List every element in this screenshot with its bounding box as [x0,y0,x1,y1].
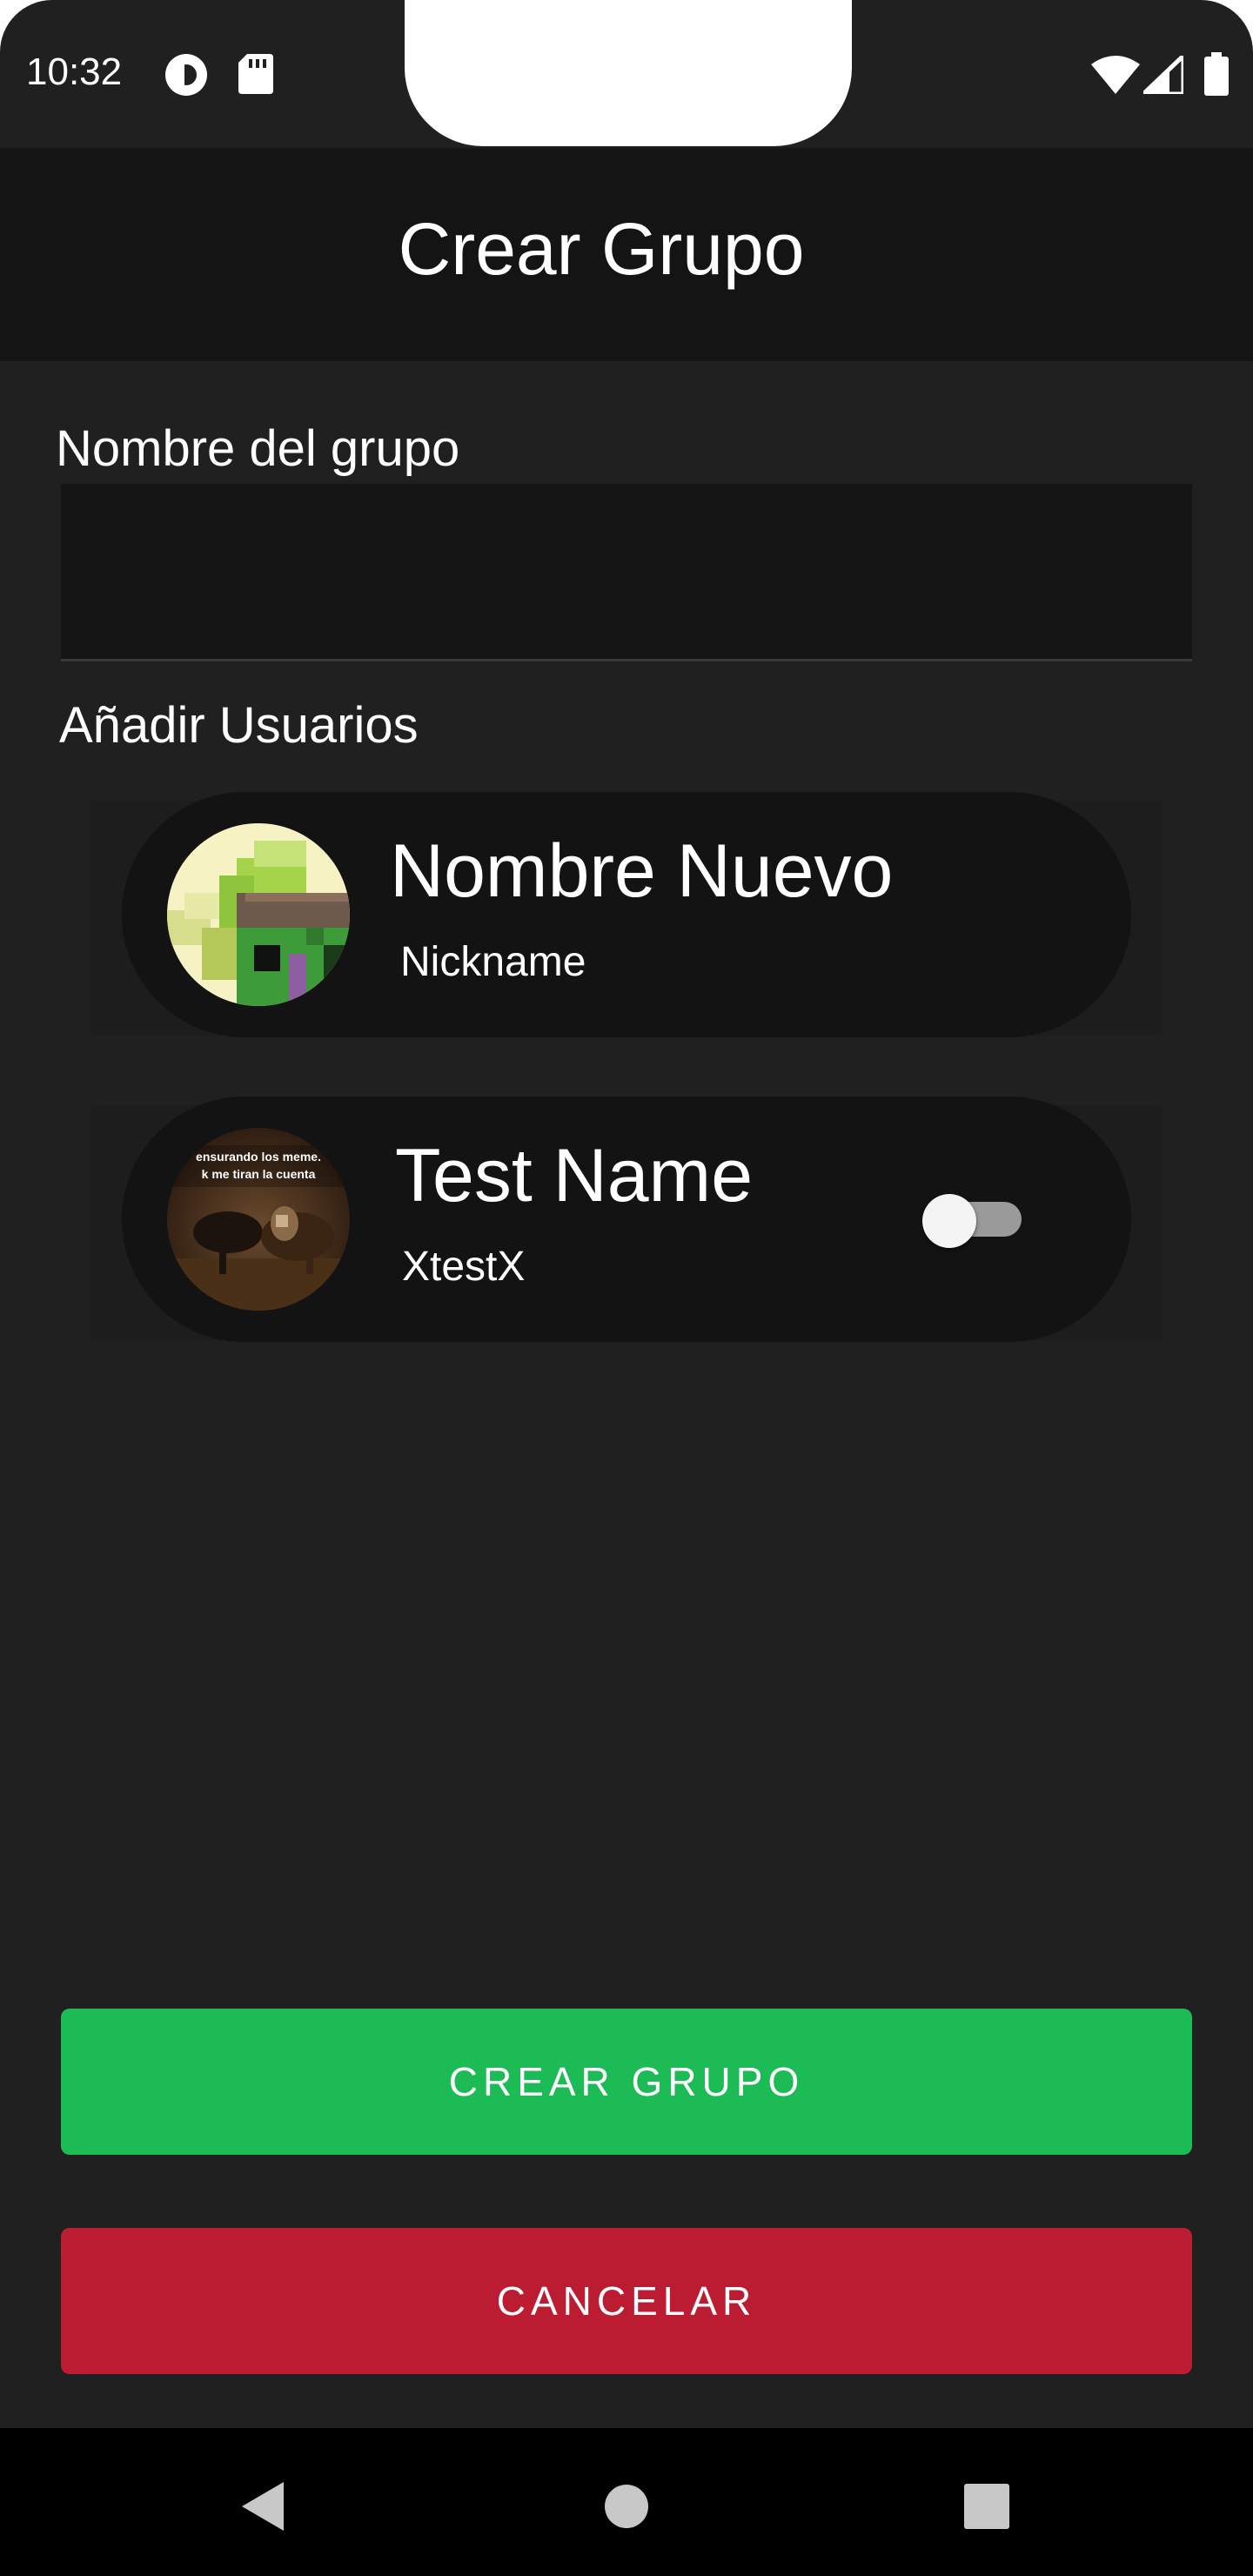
recents-icon[interactable] [952,2472,1022,2541]
status-time: 10:32 [26,50,123,93]
user-card-test-name[interactable]: ensurando los meme. k me tiran la cuenta… [122,1097,1131,1342]
add-user-toggle[interactable] [922,1194,1025,1248]
create-group-button[interactable]: CREAR GRUPO [61,2009,1192,2155]
user-name: Nombre Nuevo [390,829,894,913]
navigation-bar [0,2428,1253,2576]
battery-icon [1204,52,1229,100]
pixel-art-avatar [167,823,350,1006]
sd-card-icon [238,54,273,98]
group-name-label: Nombre del grupo [56,420,460,477]
dog-photo-avatar: ensurando los meme. k me tiran la cuenta [167,1128,350,1311]
status-bar: 10:32 [0,0,1253,148]
screen-corner [0,0,52,52]
screen-corner [1201,0,1253,52]
cell-signal-icon [1137,50,1186,98]
pocket-casts-icon [164,52,209,102]
user-card-nombre-nuevo[interactable]: Nombre Nuevo Nickname [122,792,1131,1037]
wifi-icon [1091,56,1140,98]
avatar-caption: k me tiran la cuenta [202,1167,316,1181]
avatar-caption: ensurando los meme. [196,1150,321,1164]
user-nickname: XtestX [402,1244,526,1290]
group-name-input[interactable] [61,484,1192,661]
user-name: Test Name [395,1134,754,1218]
toggle-thumb [922,1194,976,1248]
add-users-label: Añadir Usuarios [59,697,419,754]
display-notch [405,0,852,146]
cancel-button[interactable]: CANCELAR [61,2228,1192,2374]
user-nickname: Nickname [400,939,586,985]
back-icon[interactable] [228,2472,298,2541]
home-icon[interactable] [592,2472,661,2541]
page-title: Crear Grupo [398,208,805,290]
app-bar: Crear Grupo [0,148,1253,361]
